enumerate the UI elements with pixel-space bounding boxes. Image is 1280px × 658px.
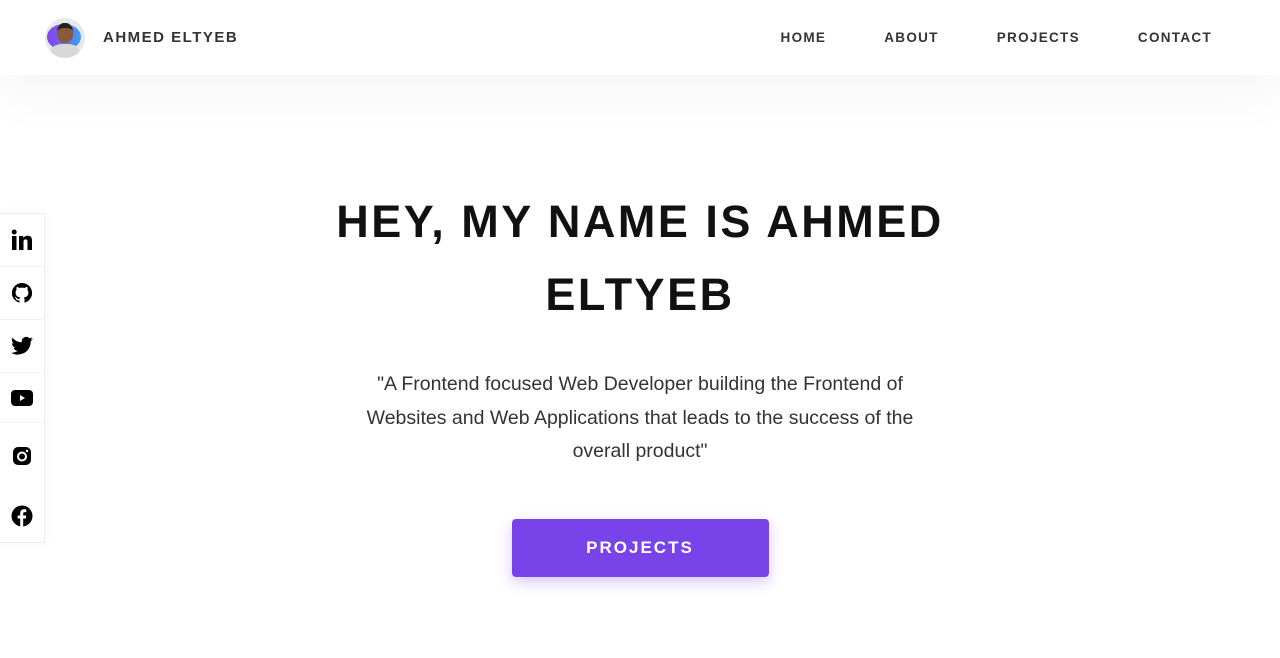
hero-title: HEY, MY NAME IS AHMED ELTYEB xyxy=(336,196,944,320)
nav-home[interactable]: HOME xyxy=(781,30,827,45)
site-name: AHMED ELTYEB xyxy=(103,29,239,46)
hero-quote: "A Frontend focused Web Developer buildi… xyxy=(366,373,914,462)
nav-about[interactable]: ABOUT xyxy=(884,30,939,45)
header: AHMED ELTYEB HOME ABOUT PROJECTS CONTACT xyxy=(0,0,1280,75)
nav-contact[interactable]: CONTACT xyxy=(1138,30,1212,45)
main-nav: HOME ABOUT PROJECTS CONTACT xyxy=(781,0,1212,75)
nav-projects[interactable]: PROJECTS xyxy=(997,30,1080,45)
avatar xyxy=(45,17,85,58)
projects-button[interactable]: PROJECTS xyxy=(511,518,769,577)
logo-link[interactable]: AHMED ELTYEB xyxy=(45,17,239,58)
hero-section: HEY, MY NAME IS AHMED ELTYEB "A Frontend… xyxy=(0,185,1280,577)
